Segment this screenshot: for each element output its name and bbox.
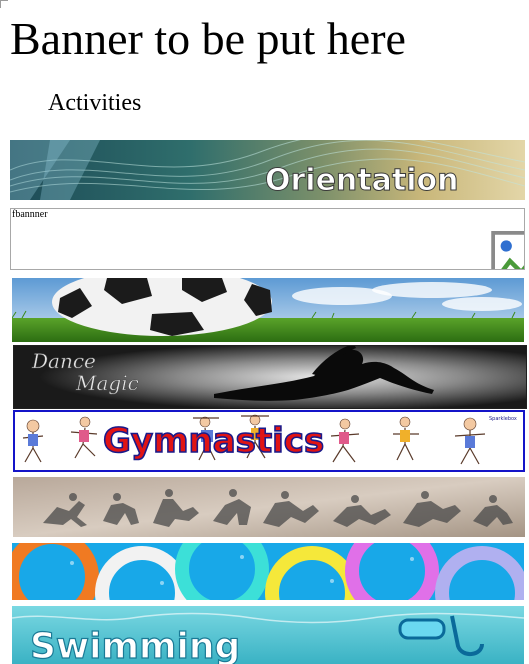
gymnastics-banner-image: Gymnastics Sparklebox [15,412,523,470]
dance-banner-image: Dance Magic [14,346,526,408]
banner-fb[interactable]: fbannner [10,208,525,270]
banner-football[interactable] [12,278,524,342]
football-banner-image [12,278,524,342]
broken-image-icon [491,231,524,269]
gymnastics-credit: Sparklebox [489,416,517,422]
banner-rings[interactable] [12,543,524,600]
dance-label-line1: Dance [31,349,96,373]
orientation-banner-image: Orientation [10,140,525,200]
activities-heading: Activities [48,90,142,116]
banner-swimming[interactable]: Swimming [12,606,524,664]
banner-gymnastics[interactable]: Gymnastics Sparklebox [13,410,525,472]
page-corner-marker [0,0,8,8]
banner-silhouettes[interactable] [13,477,525,537]
silhouettes-banner-image [13,477,525,537]
dance-label-line2: Magic [75,371,139,395]
banner-orientation[interactable]: Orientation [10,140,525,200]
swimming-label: Swimming [30,626,240,664]
page-title: Banner to be put here [10,13,406,64]
banner-dance-magic[interactable]: Dance Magic [13,345,527,409]
fb-banner-alt-text: fbannner [12,209,48,220]
rings-banner-image [12,543,524,600]
swimming-banner-image: Swimming [12,606,524,664]
gymnastics-label: Gymnastics [103,421,324,461]
orientation-label: Orientation [265,163,458,198]
